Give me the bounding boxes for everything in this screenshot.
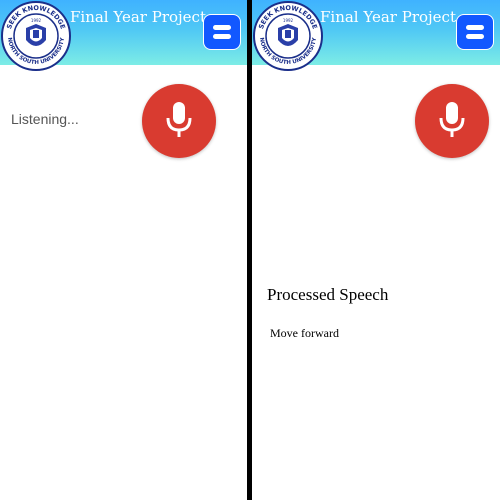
mic-button[interactable] xyxy=(415,84,489,158)
logo-year: 1992 xyxy=(31,18,42,23)
app-title: Final Year Project xyxy=(70,8,206,26)
app-screen-listening: 1992 SEEK KNOWLEDGE NORTH SOUTH UNIVERSI… xyxy=(0,0,247,500)
menu-button[interactable] xyxy=(203,14,241,50)
university-logo: 1992 SEEK KNOWLEDGE NORTH SOUTH UNIVERSI… xyxy=(253,1,323,71)
microphone-icon xyxy=(166,102,192,137)
microphone-icon xyxy=(439,102,465,137)
app-title: Final Year Project xyxy=(320,8,456,26)
university-logo: 1992 SEEK KNOWLEDGE NORTH SOUTH UNIVERSI… xyxy=(1,1,71,71)
menu-button[interactable] xyxy=(456,14,494,50)
app-header: 1992 SEEK KNOWLEDGE NORTH SOUTH UNIVERSI… xyxy=(252,0,500,71)
listening-status: Listening... xyxy=(11,111,79,127)
app-header: 1992 SEEK KNOWLEDGE NORTH SOUTH UNIVERSI… xyxy=(0,0,247,71)
logo-year: 1992 xyxy=(283,18,294,23)
processed-speech-heading: Processed Speech xyxy=(267,285,389,304)
app-screen-processed: 1992 SEEK KNOWLEDGE NORTH SOUTH UNIVERSI… xyxy=(252,0,500,500)
processed-speech-text: Move forward xyxy=(270,326,339,340)
mic-button[interactable] xyxy=(142,84,216,158)
